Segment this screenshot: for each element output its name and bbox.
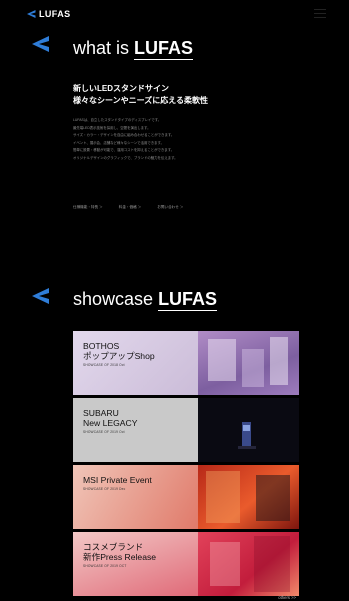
showcase-card-msi[interactable]: MSI Private Event SHOWCASE OF 2019 Dec	[73, 465, 299, 529]
body-line: 最先端LED表示技術を採用し、空間を演出します。	[73, 125, 151, 130]
card-title-line: コスメブランド	[83, 542, 144, 552]
card-subtitle: SHOWCASE OF 2019 Dec	[83, 487, 126, 491]
card-title-line: 新作Press Release	[83, 552, 157, 562]
card-text-panel: MSI Private Event SHOWCASE OF 2019 Dec	[73, 465, 198, 529]
card-subtitle: SHOWCASE OF 2019 OCT	[83, 564, 127, 568]
card-subtitle: SHOWCASE OF 2019 Oct	[83, 430, 125, 434]
about-body: LUFASは、自立したスタンドタイプのディスプレイです。 最先端LED表示技術を…	[73, 117, 313, 163]
about-links: 仕様機能・特長 ＞ 料金・価格 ＞ お問い合わせ ＞	[73, 205, 183, 210]
card-photo	[198, 398, 299, 462]
card-photo	[198, 532, 299, 596]
body-line: 簡単に設置・移動が可能で、運用コストを抑えることができます。	[73, 148, 175, 153]
photo-placeholder-icon	[208, 337, 288, 387]
logo-text: LUFAS	[39, 9, 71, 19]
body-line: LUFASは、自立したスタンドタイプのディスプレイです。	[73, 118, 162, 122]
about-section-title: what is LUFAS	[73, 38, 193, 59]
link-contact[interactable]: お問い合わせ ＞	[157, 205, 183, 210]
showcase-title-prefix: showcase	[73, 289, 154, 309]
about-title-brand: LUFAS	[134, 38, 194, 58]
about-lead: 新しいLEDスタンドサイン 様々なシーンやニーズに応える柔軟性	[73, 83, 208, 107]
showcase-more-link[interactable]: others >>	[278, 595, 296, 600]
showcase-card-subaru[interactable]: SUBARU New LEGACY SHOWCASE OF 2019 Oct	[73, 398, 299, 462]
section-chevron-icon	[32, 288, 49, 304]
section-chevron-icon	[32, 36, 49, 52]
showcase-card-cosme[interactable]: コスメブランド 新作Press Release SHOWCASE OF 2019…	[73, 532, 299, 596]
card-subtitle: SHOWCASE OF 2018 Oct	[83, 363, 125, 367]
photo-placeholder-icon	[238, 422, 256, 449]
photo-placeholder-icon	[206, 471, 290, 523]
showcase-title-brand: LUFAS	[158, 289, 218, 309]
link-pricing[interactable]: 料金・価格 ＞	[119, 205, 142, 210]
body-line: サイズ・カラー・デザインを自由に組み合わせることができます。	[73, 133, 175, 138]
card-text-panel: コスメブランド 新作Press Release SHOWCASE OF 2019…	[73, 532, 198, 596]
card-text-panel: BOTHOS ポップアップShop SHOWCASE OF 2018 Oct	[73, 331, 198, 395]
card-title-line: MSI Private Event	[83, 475, 152, 485]
site-logo[interactable]: LUFAS	[27, 9, 71, 19]
showcase-card-bothos[interactable]: BOTHOS ポップアップShop SHOWCASE OF 2018 Oct	[73, 331, 299, 395]
card-title: SUBARU New LEGACY	[83, 408, 137, 428]
site-header: LUFAS	[0, 0, 349, 30]
link-features[interactable]: 仕様機能・特長 ＞	[73, 205, 103, 210]
about-title-prefix: what is	[73, 38, 130, 58]
lufas-chevron-icon	[27, 10, 36, 18]
card-title: MSI Private Event	[83, 475, 152, 485]
card-title: コスメブランド 新作Press Release	[83, 542, 156, 562]
card-title-line: ポップアップShop	[83, 351, 155, 361]
showcase-list: BOTHOS ポップアップShop SHOWCASE OF 2018 Oct S…	[73, 331, 299, 599]
photo-placeholder-icon	[210, 536, 290, 592]
card-title: BOTHOS ポップアップShop	[83, 341, 155, 361]
card-title-line: New LEGACY	[83, 418, 138, 428]
body-line: イベント、展示会、店舗など様々なシーンで活用できます。	[73, 140, 164, 145]
card-text-panel: SUBARU New LEGACY SHOWCASE OF 2019 Oct	[73, 398, 198, 462]
card-title-line: SUBARU	[83, 408, 119, 418]
card-title-line: BOTHOS	[83, 341, 120, 351]
card-photo	[198, 331, 299, 395]
card-photo	[198, 465, 299, 529]
body-line: オリジナルデザインのグラフィックで、ブランドの魅力を伝えます。	[73, 155, 178, 160]
lead-line-2: 様々なシーンやニーズに応える柔軟性	[73, 96, 208, 105]
lead-line-1: 新しいLEDスタンドサイン	[73, 84, 169, 93]
showcase-section-title: showcase LUFAS	[73, 289, 217, 310]
hamburger-icon[interactable]	[314, 9, 326, 18]
